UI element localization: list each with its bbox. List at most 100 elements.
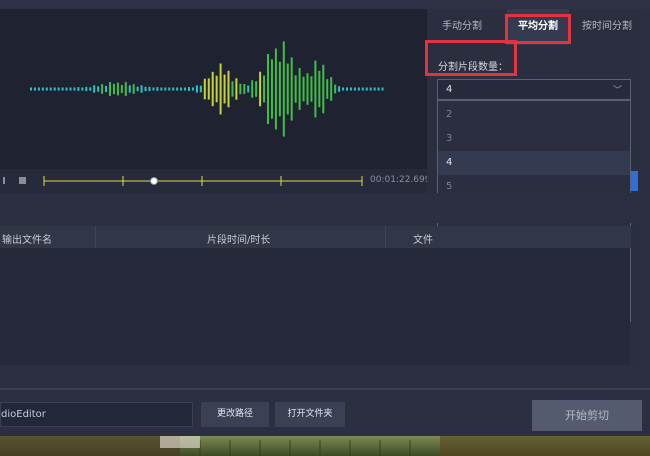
column-file[interactable]: 文件 (413, 231, 433, 246)
waveform-bar (191, 87, 194, 91)
waveform-bar (156, 87, 159, 91)
waveform-bar (310, 76, 313, 102)
open-folder-button[interactable]: 打开文件夹 (275, 402, 345, 427)
waveform-bar (61, 87, 64, 91)
waveform-bar (278, 61, 281, 117)
waveform-bar (373, 87, 376, 91)
stop-icon[interactable] (19, 177, 26, 184)
waveform-bar (326, 79, 329, 99)
segment-count-label: 分割片段数量： (438, 62, 508, 73)
waveform-bar (33, 87, 36, 91)
waveform-bar (140, 85, 143, 93)
waveform-panel[interactable] (0, 9, 427, 169)
waveform-bar (168, 87, 171, 91)
waveform-bar (109, 82, 111, 96)
waveform-bar (152, 87, 155, 91)
waveform-bar (322, 64, 325, 114)
waveform-bar (176, 87, 179, 91)
pause-icon[interactable] (3, 177, 5, 184)
waveform-bar (365, 87, 368, 91)
waveform-bar (124, 82, 127, 96)
table-scroll-area (631, 226, 640, 365)
start-cut-button[interactable]: 开始剪切 (532, 400, 642, 431)
waveform-bar (30, 87, 32, 91)
waveform-bar (81, 87, 84, 91)
option-2[interactable]: 2 (438, 103, 630, 127)
waveform-bar (120, 84, 123, 94)
waveform-bar (330, 77, 333, 101)
waveform-bar (377, 87, 380, 91)
waveform-bar (314, 60, 317, 118)
column-separator (95, 226, 96, 248)
waveform-bar (37, 87, 40, 91)
toolbar-band (0, 193, 642, 223)
waveform-bar (346, 87, 348, 91)
waveform-bar (251, 80, 254, 98)
waveform-bar (105, 85, 108, 93)
waveform-bar (53, 87, 56, 91)
waveform-bar (132, 84, 135, 94)
waveform-bar (128, 85, 131, 93)
option-3[interactable]: 3 (438, 127, 630, 151)
current-time: 00:01:22.699 (370, 175, 431, 185)
waveform-bar (195, 85, 198, 93)
waveform-bar (93, 85, 96, 93)
waveform-bar (282, 41, 285, 137)
waveform-bar (334, 84, 337, 94)
waveform-bar (41, 87, 44, 91)
waveform-bar (112, 83, 115, 95)
waveform-bar (199, 85, 202, 93)
waveform-bar (318, 70, 321, 108)
waveform-bar (259, 71, 262, 107)
top-strip (0, 0, 650, 9)
waveform-bar (97, 86, 100, 92)
waveform-bar (144, 86, 147, 92)
waveform-bar (211, 71, 214, 107)
table-body (0, 248, 630, 365)
waveform-bar (215, 75, 218, 103)
waveform-bar (188, 87, 190, 91)
waveform-bar (357, 87, 360, 91)
waveform-bar (148, 86, 151, 92)
waveform-svg (30, 41, 384, 137)
change-path-button[interactable]: 更改路径 (201, 402, 269, 427)
select-value: 4 (446, 84, 453, 95)
waveform-bar (274, 48, 277, 130)
waveform-bar (89, 87, 92, 91)
table-header: 输出文件名 片段时间/时长 文件 (0, 226, 640, 248)
waveform-bar (247, 85, 250, 93)
waveform-bar (160, 87, 163, 91)
waveform-bar (302, 76, 305, 102)
waveform-bar (243, 83, 246, 95)
waveform-bar (45, 87, 48, 91)
waveform-bar (69, 87, 72, 91)
output-path-field[interactable]: dioEditor (0, 402, 193, 427)
waveform-bar (207, 78, 210, 100)
playhead-handle[interactable] (150, 177, 158, 185)
output-path-text: dioEditor (1, 409, 46, 420)
waveform-bar (353, 87, 356, 91)
option-4[interactable]: 4 (438, 151, 630, 175)
tab-split-by-time[interactable]: 按时间分割 (572, 9, 642, 45)
column-output-filename[interactable]: 输出文件名 (2, 231, 52, 246)
waveform-bar (381, 87, 384, 91)
waveform-bar (227, 70, 230, 108)
waveform-bar (263, 75, 266, 103)
waveform-bar (136, 86, 139, 92)
column-separator (385, 226, 386, 248)
background-photo (0, 436, 650, 456)
waveform-bar (57, 87, 60, 91)
split-button-edge[interactable] (631, 171, 638, 191)
waveform-bar (184, 87, 187, 91)
waveform-bar (77, 87, 80, 91)
segment-count-select[interactable]: 4 ﹀ (437, 79, 631, 100)
column-segment-time[interactable]: 片段时间/时长 (207, 231, 270, 246)
waveform-bar (294, 75, 297, 103)
section-divider (0, 388, 650, 390)
waveform-bar (255, 81, 258, 97)
waveform-bar (298, 68, 301, 110)
waveform-bar (223, 74, 226, 104)
waveform-bar (65, 87, 68, 91)
waveform-bar (85, 86, 88, 92)
waveform-bar (267, 54, 269, 124)
